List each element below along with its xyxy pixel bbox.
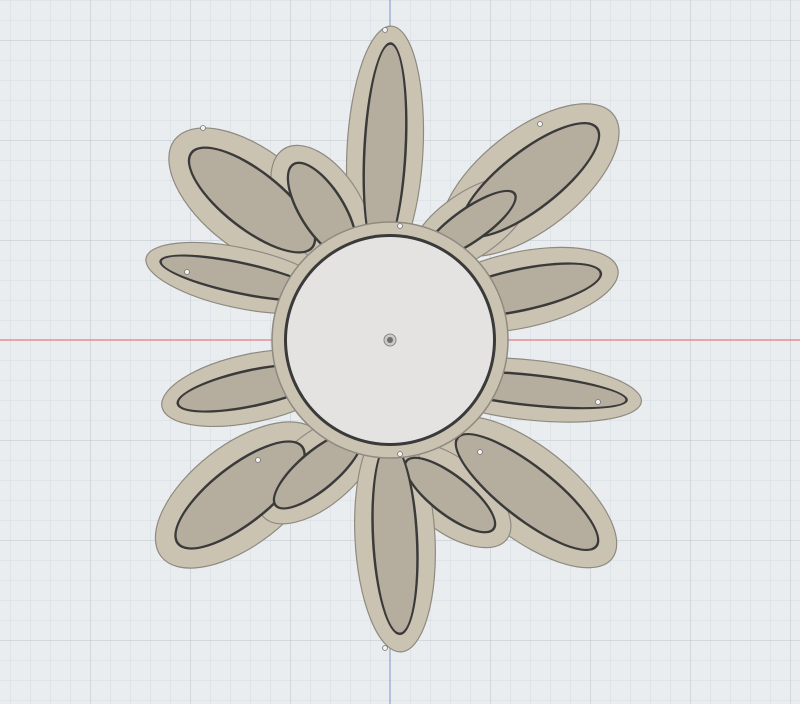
sketch-point[interactable] — [382, 645, 388, 651]
sketch-point[interactable] — [397, 451, 403, 457]
design-viewport[interactable] — [0, 0, 800, 704]
sketch-point[interactable] — [477, 449, 483, 455]
sketch-point[interactable] — [255, 457, 261, 463]
origin-point-icon[interactable] — [383, 333, 397, 347]
sketch-point[interactable] — [200, 125, 206, 131]
sketch-point[interactable] — [184, 269, 190, 275]
cad-canvas[interactable] — [0, 0, 800, 704]
sketch-point[interactable] — [382, 27, 388, 33]
sketch-point[interactable] — [595, 399, 601, 405]
sketch-point[interactable] — [537, 121, 543, 127]
sketch-point[interactable] — [397, 223, 403, 229]
